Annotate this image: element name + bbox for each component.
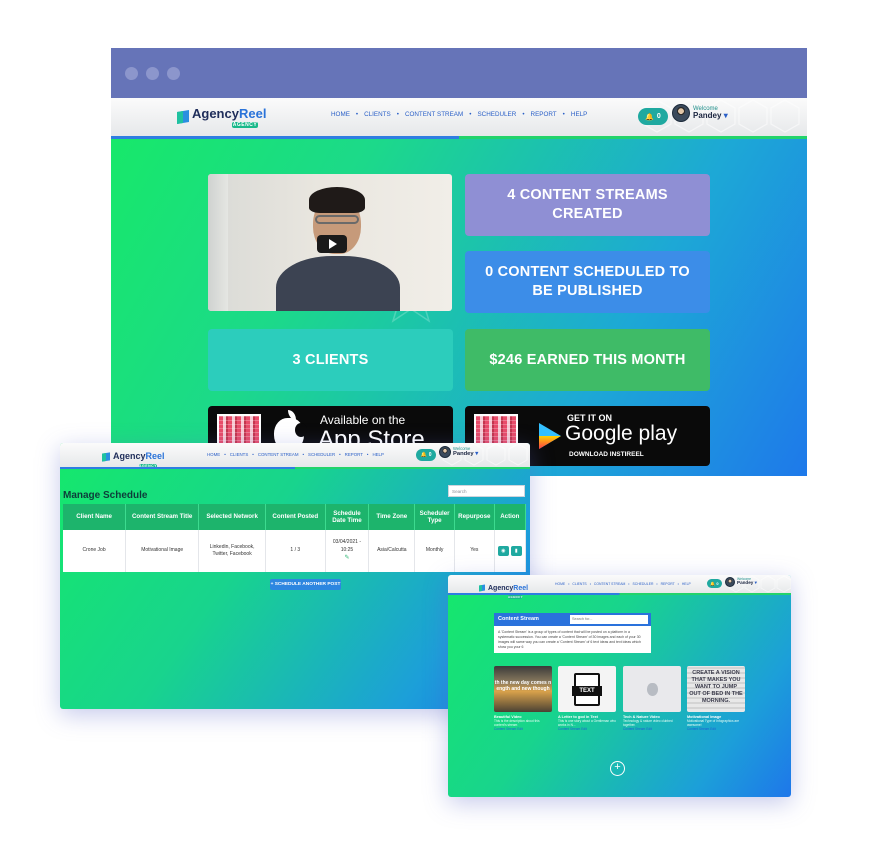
main-menu: HOME • CLIENTS • CONTENT STREAM • SCHEDULER… bbox=[207, 452, 384, 457]
dashboard-hero: 4 CONTENT STREAMS CREATED 0 CONTENT SCHE… bbox=[111, 139, 807, 476]
window-dot-icon[interactable] bbox=[167, 67, 180, 80]
page: AgencyReel AGENCY HOME • CLIENTS • CONTENT… bbox=[0, 0, 878, 852]
user-menu[interactable]: Welcome Pandey ▾ bbox=[439, 446, 478, 458]
top-navbar: AgencyReel AGENCY HOME • CLIENTS • CONTENT… bbox=[111, 98, 807, 136]
notification-button[interactable]: 🔔 0 bbox=[416, 449, 436, 461]
logo-icon bbox=[177, 109, 189, 124]
search-input[interactable]: Search bbox=[448, 485, 525, 497]
nav-scheduler[interactable]: SCHEDULER bbox=[477, 111, 516, 118]
avatar bbox=[672, 104, 690, 122]
brand-tag: AGENCY bbox=[232, 122, 258, 128]
table-row: Crone Job Motivational Image Linkedin, F… bbox=[63, 530, 527, 572]
nav-home[interactable]: HOME bbox=[555, 582, 565, 586]
card-thumbnail[interactable]: TEXT bbox=[558, 666, 616, 712]
window-titlebar bbox=[111, 48, 807, 98]
edit-icon[interactable]: ✎ bbox=[344, 555, 349, 561]
intro-video[interactable] bbox=[208, 174, 452, 311]
eye-icon: ◉ bbox=[501, 548, 506, 554]
stream-card[interactable]: th the new day comes n ength and new tho… bbox=[494, 666, 552, 731]
stat-clients[interactable]: 3 CLIENTS bbox=[208, 329, 453, 391]
chevron-down-icon: ▾ bbox=[754, 580, 757, 586]
delete-button[interactable]: ▮ bbox=[510, 546, 522, 556]
nav-help[interactable]: HELP bbox=[571, 111, 587, 118]
nav-scheduler[interactable]: SCHEDULER bbox=[308, 452, 335, 457]
nav-report[interactable]: REPORT bbox=[531, 111, 557, 118]
trash-icon: ▮ bbox=[514, 548, 518, 554]
bell-icon: 🔔 bbox=[420, 452, 427, 458]
nav-clients[interactable]: CLIENTS bbox=[230, 452, 249, 457]
content-stream-window: AgencyReel AGENCY HOME • CLIENTS • CONTENT… bbox=[448, 575, 791, 797]
username: Pandey ▾ bbox=[693, 110, 728, 120]
stat-earned[interactable]: $246 EARNED THIS MONTH bbox=[465, 329, 710, 391]
stream-card[interactable]: CREATE A VISION THAT MAKES YOU WANT TO J… bbox=[687, 666, 745, 731]
nav-help[interactable]: HELP bbox=[372, 452, 383, 457]
card-thumbnail[interactable]: CREATE A VISION THAT MAKES YOU WANT TO J… bbox=[687, 666, 745, 712]
top-navbar: AgencyReel AGENCY HOME • CLIENTS • CONTENT… bbox=[60, 443, 530, 468]
window-dot-icon[interactable] bbox=[146, 67, 159, 80]
logo-icon bbox=[479, 584, 485, 592]
content-stream-description: A 'Content Stream' is a group of types o… bbox=[494, 626, 651, 653]
nav-report[interactable]: REPORT bbox=[661, 582, 675, 586]
search-input[interactable]: Search for... bbox=[570, 615, 648, 624]
nav-home[interactable]: HOME bbox=[331, 111, 350, 118]
brand-name: AgencyReel bbox=[192, 106, 267, 121]
main-menu: HOME • CLIENTS • CONTENT STREAM • SCHEDULER… bbox=[555, 582, 691, 586]
add-stream-icon[interactable]: + bbox=[610, 761, 625, 776]
window-dot-icon[interactable] bbox=[125, 67, 138, 80]
bell-icon: 🔔 bbox=[645, 113, 654, 121]
chevron-down-icon: ▾ bbox=[475, 451, 479, 458]
play-button[interactable] bbox=[317, 235, 347, 253]
brand-logo[interactable]: AgencyReel AGENCY bbox=[177, 105, 266, 128]
card-thumbnail[interactable]: th the new day comes n ength and new tho… bbox=[494, 666, 552, 712]
notification-button[interactable]: 🔔 0 bbox=[638, 108, 668, 125]
section-title: Content Stream bbox=[498, 616, 539, 622]
nav-content-stream[interactable]: CONTENT STREAM bbox=[594, 582, 625, 586]
nav-help[interactable]: HELP bbox=[682, 582, 691, 586]
notification-button[interactable]: 🔔 0 bbox=[707, 579, 722, 588]
dashboard-window: AgencyReel AGENCY HOME • CLIENTS • CONTENT… bbox=[111, 48, 807, 476]
brand-logo[interactable]: AgencyReel AGENCY bbox=[479, 577, 528, 599]
stream-card[interactable]: TEXT A Letter to god in Text This is one… bbox=[558, 666, 616, 731]
page-title: Manage Schedule bbox=[63, 490, 148, 501]
stat-content-scheduled[interactable]: 0 CONTENT SCHEDULED TO BE PUBLISHED bbox=[465, 251, 710, 313]
user-menu[interactable]: Welcome Pandey ▾ bbox=[672, 104, 728, 122]
apple-icon bbox=[646, 682, 658, 696]
nav-content-stream[interactable]: CONTENT STREAM bbox=[258, 452, 299, 457]
schedule-another-post-button[interactable]: + SCHEDULE ANOTHER POST bbox=[270, 579, 341, 590]
content-stream-header: Content Stream Search for... bbox=[494, 613, 651, 626]
logo-icon bbox=[102, 452, 110, 462]
avatar bbox=[725, 577, 735, 587]
nav-clients[interactable]: CLIENTS bbox=[364, 111, 391, 118]
view-button[interactable]: ◉ bbox=[497, 546, 509, 556]
nav-scheduler[interactable]: SCHEDULER bbox=[632, 582, 653, 586]
table-header-row: Client Name Content Stream Title Selecte… bbox=[63, 504, 527, 530]
nav-clients[interactable]: CLIENTS bbox=[572, 582, 586, 586]
bell-icon: 🔔 bbox=[710, 581, 716, 586]
stat-content-streams[interactable]: 4 CONTENT STREAMS CREATED bbox=[465, 174, 710, 236]
top-navbar: AgencyReel AGENCY HOME • CLIENTS • CONTENT… bbox=[448, 575, 791, 599]
nav-content-stream[interactable]: CONTENT STREAM bbox=[405, 111, 463, 118]
nav-home[interactable]: HOME bbox=[207, 452, 220, 457]
main-menu: HOME • CLIENTS • CONTENT STREAM • SCHEDULER… bbox=[331, 111, 588, 118]
nav-report[interactable]: REPORT bbox=[345, 452, 363, 457]
stream-card[interactable]: Tech & Nature Video Technology & nature … bbox=[623, 666, 681, 731]
play-icon bbox=[329, 239, 337, 249]
brand-logo[interactable]: AgencyReel AGENCY bbox=[102, 446, 165, 468]
avatar bbox=[439, 446, 451, 458]
card-thumbnail[interactable] bbox=[623, 666, 681, 712]
chevron-down-icon: ▾ bbox=[723, 110, 728, 120]
schedule-table: Client Name Content Stream Title Selecte… bbox=[63, 504, 527, 572]
user-menu[interactable]: Welcome Pandey ▾ bbox=[725, 577, 757, 587]
text-file-icon: TEXT bbox=[572, 672, 602, 706]
